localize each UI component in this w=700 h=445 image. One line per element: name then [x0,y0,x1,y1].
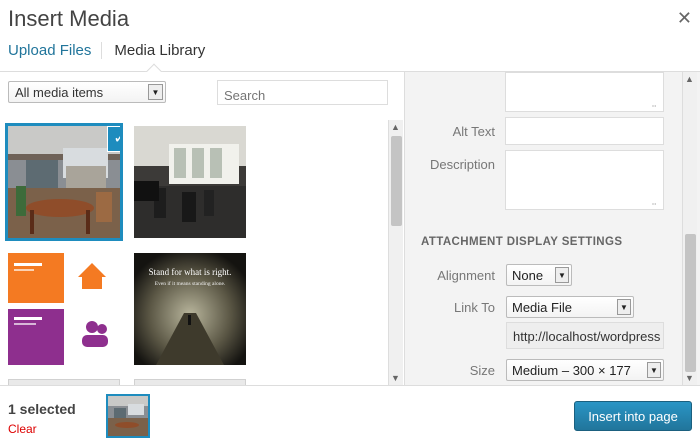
infographic-image [8,253,120,365]
poster-subquote: Even if it means standing alone. [155,280,226,287]
attachment-infographic[interactable] [8,253,120,365]
size-value: Medium – 300 × 177 [512,363,631,378]
resize-grip-icon: ⣀ [651,98,657,107]
quote-poster-image: Stand for what is right. Even if it mean… [134,253,246,365]
attachment-interior[interactable] [134,126,246,238]
poster-quote: Stand for what is right. [149,267,232,277]
scroll-down-icon[interactable]: ▼ [685,373,694,383]
scroll-down-icon[interactable]: ▼ [391,373,400,383]
media-type-filter[interactable]: All media items ▼ [8,81,166,103]
attachment-quote-poster[interactable]: Stand for what is right. Even if it mean… [134,253,246,365]
link-to-label: Link To [454,300,495,315]
description-label: Description [429,157,495,172]
scroll-up-icon[interactable]: ▲ [685,74,694,84]
media-modal-header: Insert Media ✕ Upload Files Media Librar… [0,0,700,72]
media-type-value: All media items [15,85,104,100]
selected-check-icon[interactable]: ✓ [107,126,120,152]
scrollbar-thumb[interactable] [391,136,402,226]
size-select[interactable]: Medium – 300 × 177 ▼ [506,359,664,381]
dropdown-arrow-icon: ▼ [617,299,631,315]
grid-scrollbar[interactable]: ▲ ▼ [388,120,403,385]
caption-textarea[interactable]: ⣀ [505,72,664,112]
description-textarea[interactable]: ⣀ [505,150,664,210]
kitchen-mini-image [108,396,148,436]
scroll-up-icon[interactable]: ▲ [391,122,400,132]
link-to-select[interactable]: Media File ▼ [506,296,634,318]
alt-text-input[interactable] [505,117,664,145]
kitchen-image [8,126,120,238]
attachment-details-sidebar: ⣀ Alt Text Description ⣀ ATTACHMENT DISP… [404,72,700,385]
alignment-select[interactable]: None ▼ [506,264,572,286]
size-label: Size [469,363,495,378]
link-url-field[interactable]: http://localhost/wordpress [506,322,664,349]
display-settings-heading: ATTACHMENT DISPLAY SETTINGS [421,236,623,248]
tab-media-library[interactable]: Media Library [102,42,205,59]
modal-title: Insert Media [8,6,130,31]
alt-text-label: Alt Text [452,124,495,139]
resize-grip-icon: ⣀ [651,196,657,205]
link-to-value: Media File [512,300,572,315]
dropdown-arrow-icon: ▼ [555,267,569,283]
dropdown-arrow-icon: ▼ [647,362,661,378]
interior-image [134,126,246,238]
media-browser: All media items ▼ ✓ [0,72,404,385]
attachment-grid: ✓ Stand for what is right. Even if it me… [0,120,388,385]
alignment-label: Alignment [437,268,495,283]
sidebar-scrollbar[interactable]: ▲ ▼ [682,72,697,385]
media-tabs: Upload Files Media Library [8,42,205,59]
scrollbar-thumb[interactable] [685,234,696,372]
search-input[interactable] [217,80,388,105]
selection-count: 1 selected [8,401,76,417]
media-toolbar: 1 selected Clear Insert into page [0,385,700,445]
clear-selection-link[interactable]: Clear [8,422,37,436]
tab-upload-files[interactable]: Upload Files [8,42,103,59]
alignment-value: None [512,268,544,283]
insert-into-page-button[interactable]: Insert into page [574,401,692,431]
dropdown-arrow-icon: ▼ [148,84,163,100]
selected-attachment-thumb[interactable] [106,394,150,438]
close-icon[interactable]: ✕ [677,8,692,29]
attachment-kitchen[interactable]: ✓ [5,123,123,241]
